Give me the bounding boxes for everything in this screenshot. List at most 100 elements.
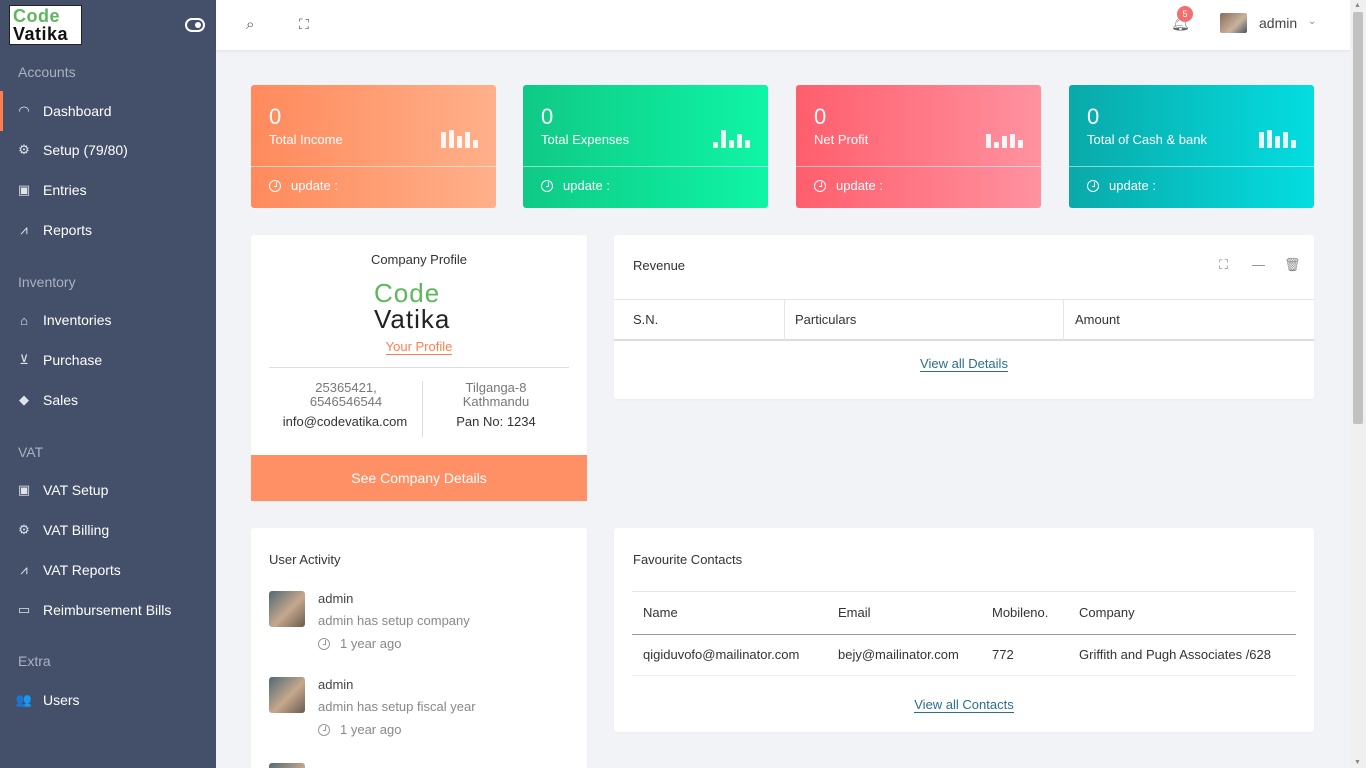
bar-chart-icon: [1259, 130, 1296, 148]
sidebar: Code Vatika Accounts ◠ Dashboard ⚙ Setup…: [0, 0, 216, 768]
sidebar-item-vat-setup[interactable]: ▣ VAT Setup: [0, 470, 216, 510]
section-vat: VAT: [18, 444, 44, 460]
revenue-panel: Revenue ⛶ — 🗑︎ S.N. Particulars Amount V…: [614, 235, 1314, 399]
brand-logo[interactable]: Code Vatika: [9, 5, 82, 45]
sidebar-item-dashboard[interactable]: ◠ Dashboard: [0, 91, 216, 131]
chart-line-icon: ⩘: [20, 222, 28, 237]
chevron-down-icon[interactable]: ⌄: [1308, 16, 1316, 27]
topbar: ⌕ ⛶ 🔔︎ 5 admin ⌄: [216, 0, 1350, 50]
cart-icon: ⊻: [19, 352, 29, 367]
activity-text: admin has setup fiscal year: [318, 699, 476, 714]
sidebar-item-vat-reports[interactable]: ⩘ VAT Reports: [0, 550, 216, 590]
activity-time: 1 year ago: [318, 722, 401, 737]
search-icon[interactable]: ⌕: [246, 16, 254, 33]
bar-chart-icon: [441, 130, 478, 148]
avatar[interactable]: [1220, 13, 1247, 33]
sidebar-item-users[interactable]: 👥 Users: [0, 680, 216, 720]
column-header-particulars: Particulars: [795, 312, 857, 327]
sidebar-item-label: Entries: [43, 182, 87, 198]
trash-icon[interactable]: 🗑︎: [1284, 257, 1301, 273]
contact-mobile: 772: [992, 647, 1014, 662]
sidebar-item-vat-billing[interactable]: ⚙ VAT Billing: [0, 510, 216, 550]
stat-label: Total of Cash & bank: [1087, 132, 1207, 147]
gear-icon: ⚙: [18, 142, 30, 157]
company-profile-panel: Company Profile Code Vatika Your Profile…: [251, 235, 587, 501]
panel-title: Company Profile: [370, 252, 468, 267]
divider: [796, 166, 1041, 167]
dashboard-icon: ◠: [18, 103, 30, 118]
stat-value: 0: [541, 104, 554, 129]
sidebar-item-sales[interactable]: ◆ Sales: [0, 380, 216, 420]
scroll-up-icon[interactable]: ▲: [1354, 2, 1361, 9]
column-header-company: Company: [1079, 605, 1135, 620]
scroll-thumb[interactable]: [1353, 12, 1363, 424]
clock-icon: [1087, 179, 1099, 192]
divider: [632, 675, 1296, 676]
sidebar-item-label: Setup (79/80): [43, 142, 128, 158]
money-icon: ▭: [17, 602, 31, 617]
activity-user: admin: [318, 591, 354, 606]
scrollbar[interactable]: ▲ ▼: [1350, 0, 1366, 768]
company-phone: 25365421, 6546546544: [309, 380, 383, 409]
divider: [251, 166, 496, 167]
home-icon: ⌂: [20, 312, 28, 328]
stat-update-label: update :: [1109, 178, 1156, 193]
avatar: [269, 677, 305, 713]
clipboard-icon: ▣: [17, 482, 31, 497]
stat-update-label: update :: [291, 178, 338, 193]
sidebar-item-purchase[interactable]: ⊻ Purchase: [0, 340, 216, 380]
users-icon: 👥: [15, 692, 33, 707]
stat-value: 0: [814, 104, 827, 129]
stat-label: Total Income: [269, 132, 343, 147]
brand-line2: Vatika: [13, 24, 69, 44]
sidebar-item-reports[interactable]: ⩘ Reports: [0, 210, 216, 250]
fullscreen-icon[interactable]: ⛶: [299, 16, 309, 33]
stat-update: update :: [541, 178, 610, 193]
divider: [1069, 166, 1314, 167]
stat-card-total-expenses[interactable]: 0 Total Expenses update :: [523, 85, 768, 208]
expand-icon[interactable]: ⛶: [1219, 257, 1228, 273]
sidebar-item-inventories[interactable]: ⌂ Inventories: [0, 300, 216, 340]
activity-time: 1 year ago: [318, 636, 401, 651]
scroll-down-icon[interactable]: ▼: [1354, 759, 1361, 766]
clock-icon: [541, 179, 553, 192]
user-activity-panel: User Activity admin admin has setup comp…: [251, 528, 587, 768]
view-all-contacts-link[interactable]: View all Contacts: [614, 697, 1314, 713]
sidebar-item-label: Reimbursement Bills: [43, 602, 172, 618]
sidebar-item-label: Dashboard: [43, 103, 112, 119]
view-all-details-label: View all Details: [920, 356, 1008, 372]
your-profile-link[interactable]: Your Profile: [251, 339, 587, 355]
sidebar-toggle-icon[interactable]: [185, 18, 205, 32]
minimize-icon[interactable]: —: [1252, 257, 1265, 272]
column-header-name: Name: [643, 605, 678, 620]
stat-label: Total Expenses: [541, 132, 630, 147]
sidebar-item-setup[interactable]: ⚙ Setup (79/80): [0, 130, 216, 170]
sidebar-item-label: VAT Setup: [43, 482, 109, 498]
stat-update-label: update :: [836, 178, 883, 193]
tag-icon: ◆: [19, 392, 29, 407]
clock-icon: [814, 179, 826, 192]
activity-time-label: 1 year ago: [340, 722, 402, 737]
divider: [422, 381, 423, 437]
stat-card-net-profit[interactable]: 0 Net Profit update :: [796, 85, 1041, 208]
stat-card-total-cash-bank[interactable]: 0 Total of Cash & bank update :: [1069, 85, 1314, 208]
sidebar-item-label: Users: [43, 692, 80, 708]
your-profile-label: Your Profile: [385, 339, 453, 355]
divider: [269, 367, 569, 368]
divider: [632, 634, 1296, 635]
clock-icon: [269, 179, 281, 192]
user-name[interactable]: admin: [1259, 15, 1297, 31]
company-logo-line2: Vatika: [374, 304, 451, 334]
sidebar-item-entries[interactable]: ▣ Entries: [0, 170, 216, 210]
stat-label: Net Profit: [814, 132, 869, 147]
stat-card-total-income[interactable]: 0 Total Income update :: [251, 85, 496, 208]
sidebar-item-reimbursement-bills[interactable]: ▭ Reimbursement Bills: [0, 590, 216, 630]
notification-badge: 5: [1177, 6, 1193, 22]
divider: [632, 591, 1296, 592]
contact-company: Griffith and Pugh Associates /628: [1079, 647, 1271, 662]
sidebar-item-label: Inventories: [43, 312, 112, 328]
view-all-details-link[interactable]: View all Details: [614, 356, 1314, 372]
activity-time-label: 1 year ago: [340, 636, 402, 651]
see-company-details-button[interactable]: See Company Details: [251, 455, 587, 501]
stat-update: update :: [814, 178, 883, 193]
